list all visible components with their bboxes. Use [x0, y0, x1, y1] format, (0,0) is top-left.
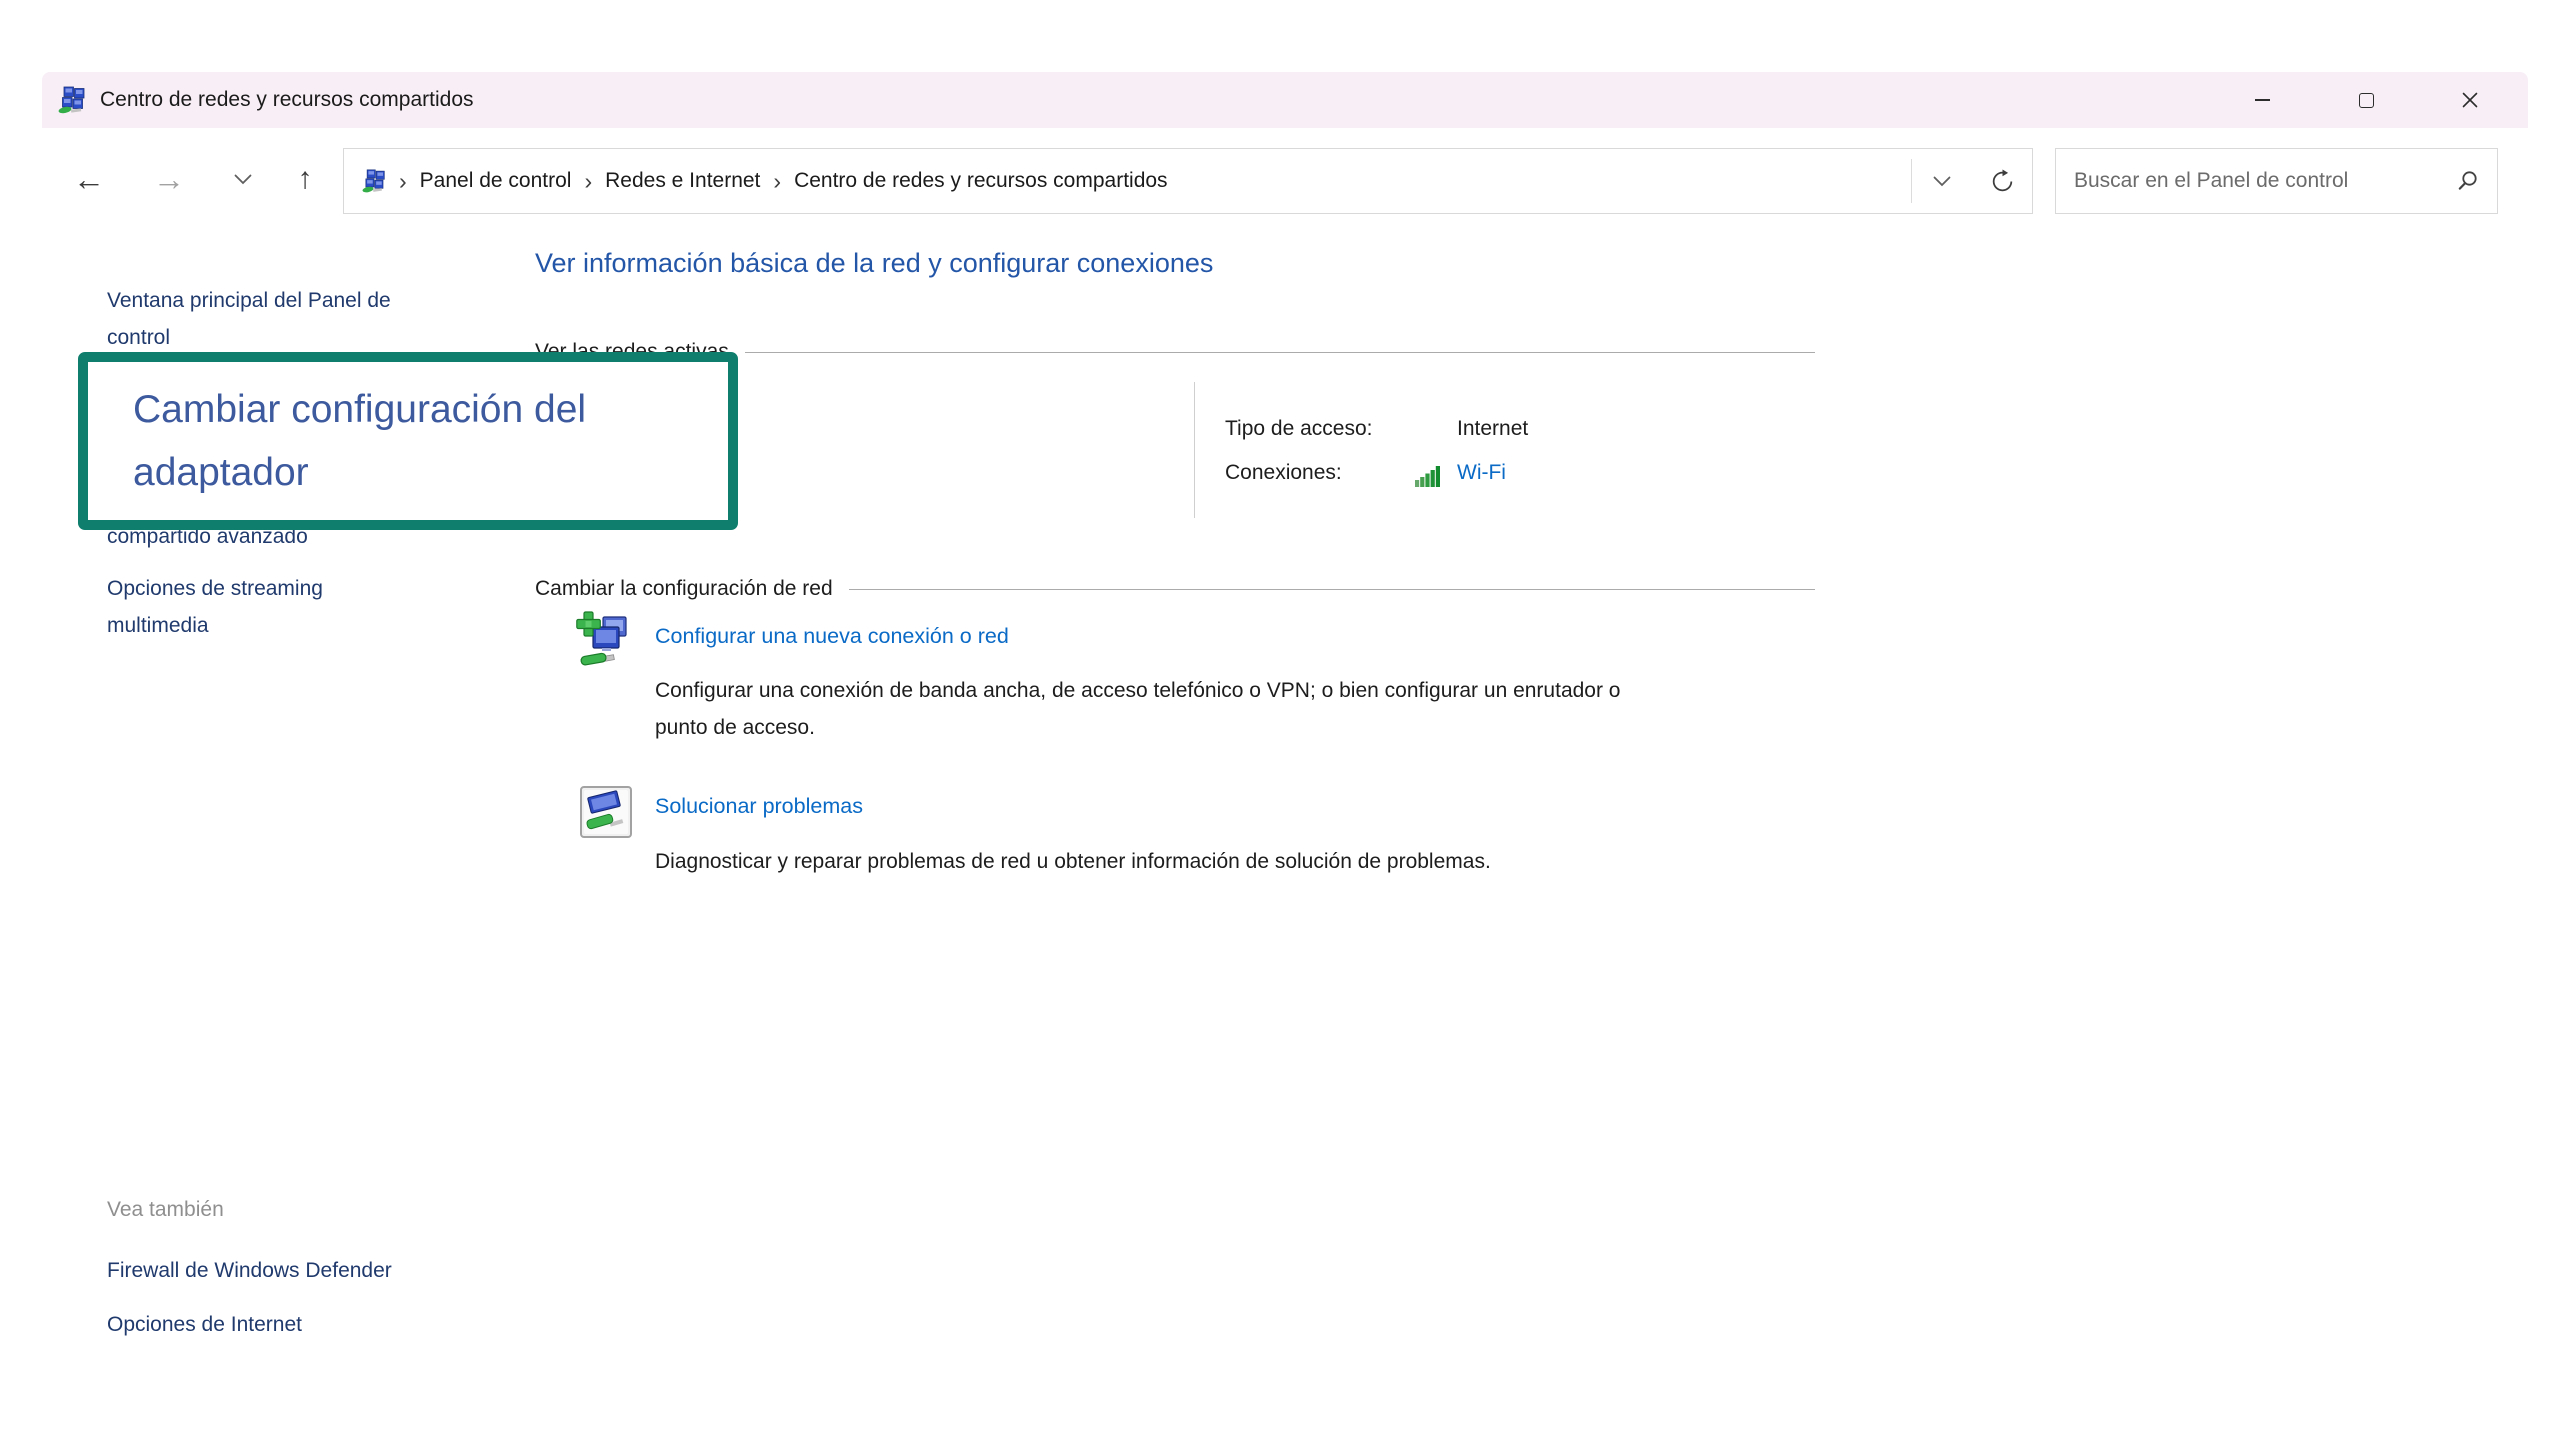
recent-locations-button[interactable]	[220, 146, 266, 212]
sidebar-item-control-panel-home[interactable]: Ventana principal del Panel de control	[107, 282, 429, 356]
breadcrumb-item-centro-de-redes[interactable]: Centro de redes y recursos compartidos	[794, 169, 1168, 193]
active-network-column-divider	[1194, 382, 1195, 518]
wifi-connection-link[interactable]: Wi-Fi	[1457, 461, 1506, 485]
section-divider-line	[849, 589, 1815, 590]
refresh-icon	[1989, 168, 2016, 195]
window-titlebar: Centro de redes y recursos compartidos	[42, 72, 2528, 128]
refresh-button[interactable]	[1972, 149, 2032, 213]
breadcrumb-item-panel-de-control[interactable]: Panel de control	[420, 169, 572, 193]
change-adapter-settings-link[interactable]: Cambiar configuración del adaptador	[133, 378, 728, 504]
breadcrumb-separator: ›	[773, 168, 781, 195]
breadcrumb-item-redes-e-internet[interactable]: Redes e Internet	[605, 169, 760, 193]
access-type-value: Internet	[1457, 417, 1528, 441]
close-icon	[2461, 91, 2479, 109]
troubleshoot-problems-link[interactable]: Solucionar problemas	[655, 794, 863, 819]
address-bar[interactable]: › Panel de control › Redes e Internet › …	[343, 148, 2033, 214]
desktop-background: Centro de redes y recursos compartidos ←…	[0, 0, 2559, 1439]
change-network-section-header: Cambiar la configuración de red	[535, 577, 1815, 601]
breadcrumb-separator: ›	[399, 168, 407, 195]
breadcrumb-separator: ›	[584, 168, 592, 195]
chevron-down-icon	[233, 173, 253, 186]
forward-icon: →	[153, 161, 185, 198]
search-box[interactable]	[2055, 148, 2498, 214]
change-network-section-title: Cambiar la configuración de red	[535, 577, 833, 601]
maximize-button[interactable]	[2342, 72, 2390, 128]
close-button[interactable]	[2446, 72, 2494, 128]
setup-new-connection-link[interactable]: Configurar una nueva conexión o red	[655, 624, 1009, 649]
access-type-label: Tipo de acceso:	[1225, 417, 1372, 441]
sidebar-item-windows-defender-firewall[interactable]: Firewall de Windows Defender	[107, 1252, 392, 1289]
chevron-down-icon	[1932, 175, 1952, 188]
troubleshoot-icon[interactable]	[580, 786, 632, 843]
back-icon: ←	[73, 161, 105, 198]
search-input[interactable]	[2072, 168, 2455, 194]
see-also-header: Vea también	[107, 1198, 224, 1222]
sidebar-item-media-streaming[interactable]: Opciones de streaming multimedia	[107, 570, 357, 644]
breadcrumb-location-icon	[362, 169, 386, 193]
forward-button[interactable]: →	[146, 146, 192, 212]
sidebar-item-internet-options[interactable]: Opciones de Internet	[107, 1306, 302, 1343]
minimize-icon	[2255, 99, 2270, 101]
page-title: Ver información básica de la red y confi…	[535, 248, 1213, 279]
change-adapter-settings-callout[interactable]: Cambiar configuración del adaptador	[78, 352, 738, 530]
minimize-button[interactable]	[2238, 72, 2286, 128]
window-controls	[2238, 72, 2494, 128]
address-dropdown-button[interactable]	[1912, 149, 1972, 213]
setup-new-connection-description: Configurar una conexión de banda ancha, …	[655, 672, 1635, 746]
section-divider-line	[745, 352, 1815, 353]
new-connection-icon[interactable]	[576, 610, 634, 673]
magnifier-icon	[2455, 168, 2481, 194]
back-button[interactable]: ←	[66, 146, 112, 212]
wifi-signal-icon[interactable]	[1415, 463, 1443, 492]
troubleshoot-problems-description: Diagnosticar y reparar problemas de red …	[655, 843, 1491, 880]
window-title: Centro de redes y recursos compartidos	[100, 88, 474, 112]
maximize-icon	[2359, 93, 2374, 108]
up-button[interactable]: ↑	[282, 146, 328, 212]
network-app-icon	[58, 86, 86, 114]
connections-label: Conexiones:	[1225, 461, 1342, 485]
up-icon: ↑	[298, 162, 313, 196]
